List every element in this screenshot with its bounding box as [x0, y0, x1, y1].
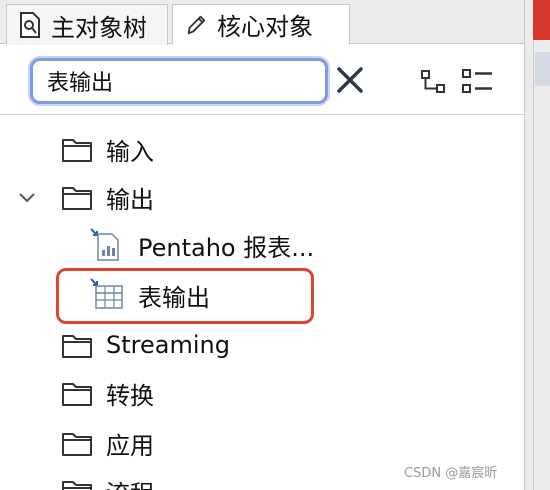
tree-item-label: 流程: [106, 474, 154, 490]
expand-list-button[interactable]: [461, 68, 495, 96]
highlight-box: [56, 268, 314, 324]
tree-item-label: 转换: [106, 381, 154, 410]
list-view-icon: [462, 69, 492, 93]
tree-item-label: 输出: [106, 185, 154, 214]
tree-item-pentaho-report[interactable]: Pentaho 报表...: [0, 222, 524, 268]
tree-item-input[interactable]: 输入: [0, 126, 524, 172]
side-panel-edge: [524, 0, 550, 490]
folder-icon: [61, 429, 93, 457]
report-output-icon: [90, 228, 124, 262]
tree-item-transform[interactable]: 转换: [0, 370, 524, 416]
side-tab-marker[interactable]: [533, 0, 550, 40]
tree-structure-icon: [421, 70, 445, 93]
divider: [0, 114, 524, 115]
tree-item-label: 应用: [106, 431, 154, 460]
tab-label: 核心对象: [217, 13, 313, 41]
pencil-icon: [185, 12, 207, 38]
tree-item-output[interactable]: 输出: [0, 174, 524, 220]
tab-main-object-tree[interactable]: 主对象树: [6, 4, 168, 45]
tree-search-icon: [19, 12, 41, 38]
folder-icon: [61, 135, 93, 163]
search-box[interactable]: [30, 58, 328, 104]
clear-search-button[interactable]: [334, 64, 366, 96]
divider: [533, 40, 534, 490]
tree-item-label: Pentaho 报表...: [138, 233, 315, 262]
tab-core-objects[interactable]: 核心对象: [172, 4, 350, 45]
watermark: CSDN @嘉宸昕: [404, 466, 498, 481]
collapse-tree-button[interactable]: [420, 69, 448, 95]
tab-label: 主对象树: [51, 13, 147, 42]
tree-item-streaming[interactable]: Streaming: [0, 322, 524, 368]
search-input[interactable]: [47, 66, 317, 96]
tab-bar: 主对象树 核心对象: [0, 0, 524, 45]
folder-icon: [61, 477, 93, 490]
side-panel-nub: [535, 52, 550, 86]
folder-icon: [61, 379, 93, 407]
chevron-down-icon[interactable]: [17, 190, 37, 204]
tree-item-label: 输入: [106, 137, 154, 166]
folder-icon: [61, 183, 93, 211]
close-icon: [337, 67, 363, 93]
folder-icon: [61, 331, 93, 359]
tree-item-application[interactable]: 应用: [0, 420, 524, 466]
tree-item-label: Streaming: [106, 331, 230, 359]
